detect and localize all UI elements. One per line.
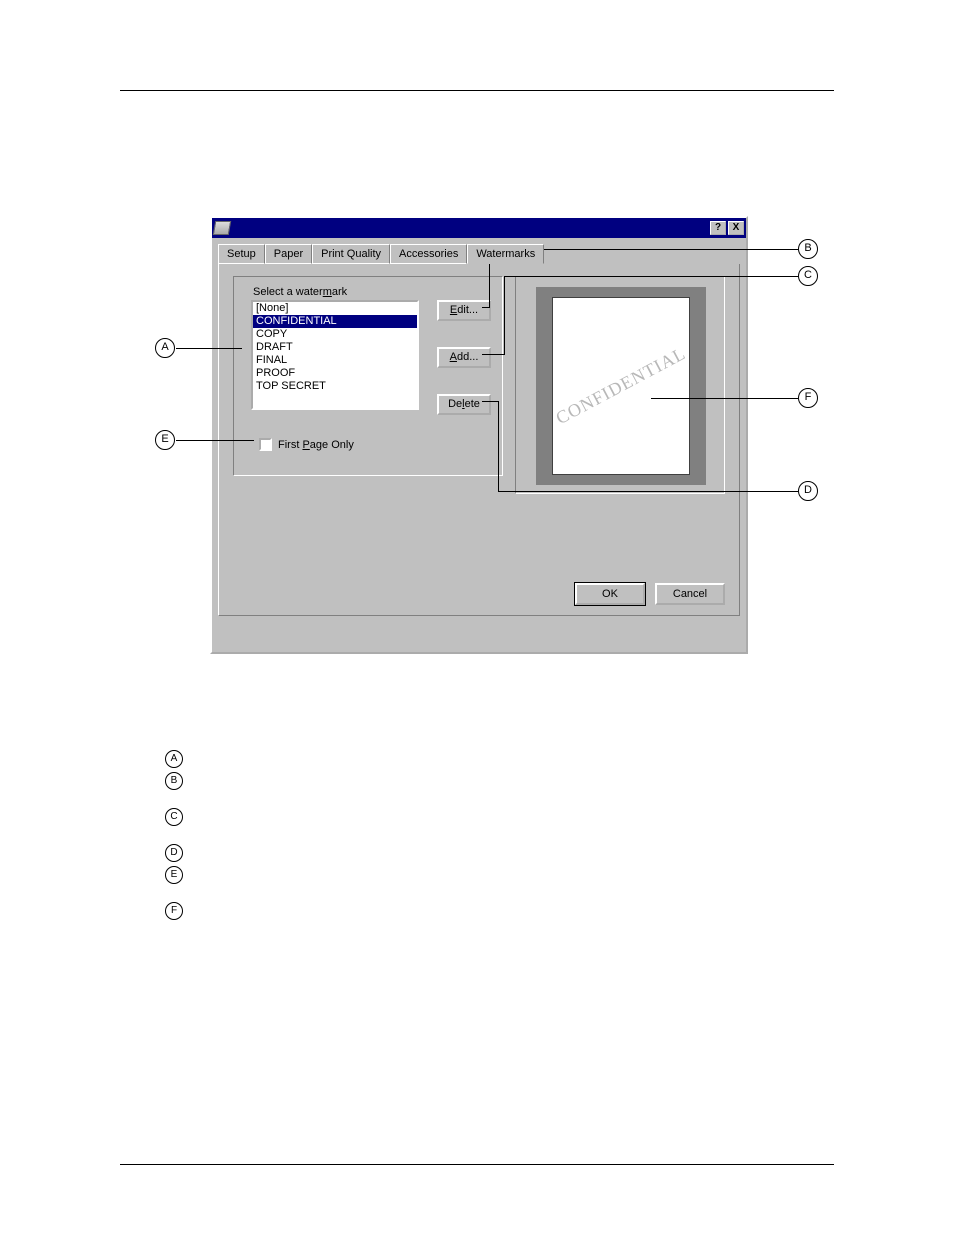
legend-text	[193, 750, 825, 768]
list-item[interactable]: COPY	[253, 328, 417, 341]
dialog-window: ? X Setup Paper Print Quality Accessorie…	[210, 216, 748, 654]
list-item[interactable]: CONFIDENTIAL	[253, 315, 417, 328]
ok-button[interactable]: OK	[575, 583, 645, 605]
legend-text	[193, 866, 825, 884]
legend-marker: C	[165, 808, 183, 826]
close-button[interactable]: X	[728, 221, 744, 235]
titlebar: ? X	[212, 218, 746, 238]
list-item[interactable]: PROOF	[253, 367, 417, 380]
leader-line	[482, 401, 499, 402]
tab-strip: Setup Paper Print Quality Accessories Wa…	[212, 238, 746, 264]
preview-inner: CONFIDENTIAL	[536, 287, 706, 485]
tab-setup[interactable]: Setup	[218, 244, 265, 264]
list-item[interactable]: DRAFT	[253, 341, 417, 354]
legend-marker: F	[165, 902, 183, 920]
leader-line	[482, 354, 505, 355]
legend-marker: B	[165, 772, 183, 790]
list-item[interactable]: TOP SECRET	[253, 380, 417, 393]
legend-marker: A	[165, 750, 183, 768]
tab-accessories[interactable]: Accessories	[390, 244, 467, 264]
delete-button[interactable]: Delete	[437, 394, 491, 415]
leader-line	[498, 401, 499, 492]
leader-line	[651, 398, 798, 399]
callout-e: E	[155, 430, 175, 450]
leader-line	[504, 276, 798, 277]
legend-marker: D	[165, 844, 183, 862]
printer-icon	[213, 221, 231, 235]
preview-watermark-text: CONFIDENTIAL	[552, 343, 689, 429]
callout-c: C	[798, 266, 818, 286]
leader-line	[504, 276, 505, 354]
callout-b: B	[798, 239, 818, 259]
preview-page: CONFIDENTIAL	[552, 297, 690, 475]
leader-line	[482, 307, 490, 308]
legend-marker: E	[165, 866, 183, 884]
first-page-only-label: First Page Only	[278, 439, 354, 451]
help-button[interactable]: ?	[710, 221, 726, 235]
callout-a: A	[155, 338, 175, 358]
legend-text	[193, 902, 825, 920]
watermark-listbox[interactable]: [None] CONFIDENTIAL COPY DRAFT FINAL PRO…	[251, 300, 419, 410]
first-page-only-option[interactable]: First Page Only	[259, 438, 354, 451]
legend-text	[193, 844, 825, 862]
leader-line	[498, 491, 798, 492]
legend-text	[193, 808, 825, 826]
legend-text	[193, 772, 825, 790]
edit-button[interactable]: Edit...	[437, 300, 491, 321]
leader-line	[176, 348, 242, 349]
checkbox-icon[interactable]	[259, 438, 272, 451]
list-item[interactable]: FINAL	[253, 354, 417, 367]
callout-f: F	[798, 388, 818, 408]
list-item[interactable]: [None]	[253, 302, 417, 315]
top-horizontal-rule	[120, 90, 834, 91]
callout-legend: A B C D E F	[165, 750, 825, 924]
bottom-horizontal-rule	[120, 1164, 834, 1165]
tab-paper[interactable]: Paper	[265, 244, 312, 264]
tab-panel: Select a watermark [None] CONFIDENTIAL C…	[218, 264, 740, 616]
add-button[interactable]: Add...	[437, 347, 491, 368]
tab-watermarks[interactable]: Watermarks	[467, 244, 544, 264]
cancel-button[interactable]: Cancel	[655, 583, 725, 605]
callout-d: D	[798, 481, 818, 501]
preview-panel: CONFIDENTIAL	[515, 276, 725, 494]
leader-line	[176, 440, 254, 441]
select-watermark-label: Select a watermark	[253, 286, 347, 298]
tab-print-quality[interactable]: Print Quality	[312, 244, 390, 264]
